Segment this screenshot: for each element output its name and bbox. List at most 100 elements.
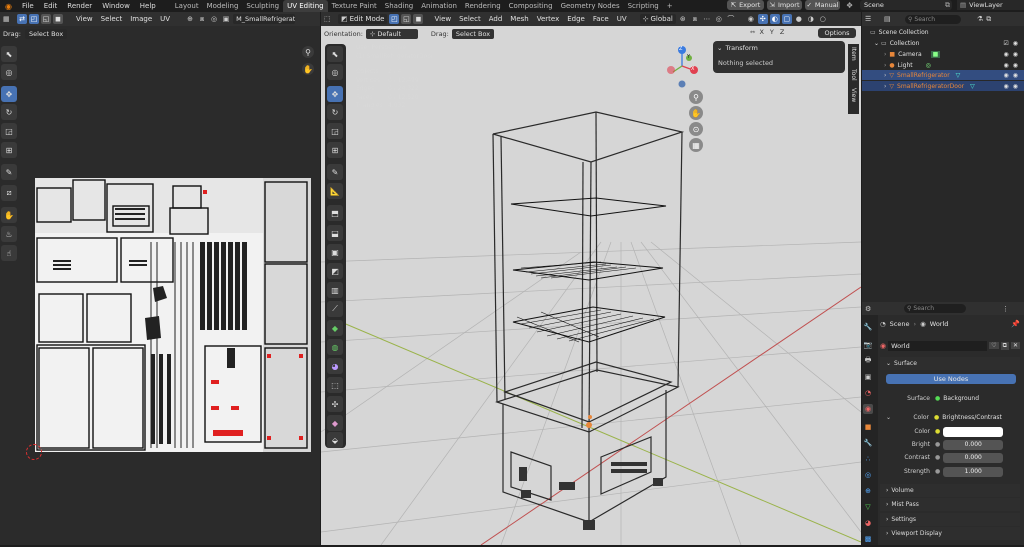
editor-type-icon[interactable]: ▦ [3, 15, 15, 23]
snap-target-icon[interactable]: ⋯ [702, 14, 712, 24]
fake-user-icon[interactable]: ♡ [989, 342, 999, 349]
contrast-field[interactable]: 0.000 [943, 452, 1004, 463]
outliner-editor-icon[interactable]: ☰ [865, 15, 881, 23]
tab-scripting[interactable]: Scripting [624, 0, 663, 12]
tab-geometry-nodes[interactable]: Geometry Nodes [557, 0, 624, 12]
edge-select-icon[interactable]: ◱ [41, 14, 51, 24]
menu-file[interactable]: File [17, 2, 39, 10]
unlink-world-icon[interactable]: ✕ [1010, 342, 1020, 349]
scene-pin-icon[interactable]: ❖ [846, 1, 856, 11]
vp-menu-vertex[interactable]: Vertex [534, 15, 563, 23]
snap-icon[interactable]: ⧈ [690, 14, 700, 24]
vp-select-tool[interactable]: ⬉ [327, 46, 343, 62]
vp-smooth-tool[interactable]: ◕ [327, 358, 343, 374]
uv-cursor-tool[interactable]: ◎ [1, 64, 17, 80]
vp-rotate-tool[interactable]: ↻ [327, 104, 343, 120]
tab-animation[interactable]: Animation [417, 0, 461, 12]
vp-scale-tool[interactable]: ◲ [327, 123, 343, 139]
properties-options-icon[interactable]: ⋮ [1002, 305, 1009, 313]
vp-menu-select[interactable]: Select [456, 15, 484, 23]
vp-menu-mesh[interactable]: Mesh [507, 15, 531, 23]
surface-panel-header[interactable]: ⌄ Surface [880, 357, 1020, 370]
shading-material-icon[interactable]: ◑ [806, 14, 816, 24]
image-name-field[interactable]: M_SmallRefrigerator [233, 14, 296, 24]
transform-orientation-selector[interactable]: ⊹ Global [639, 14, 676, 24]
camera-view-icon[interactable]: ⊙ [689, 122, 703, 136]
sidebar-tab-item[interactable]: Item [850, 47, 857, 61]
uv-zoom-icon[interactable]: ⚲ [302, 46, 314, 58]
vp-loop-cut-tool[interactable]: ▥ [327, 282, 343, 298]
color-swatch[interactable] [943, 426, 1004, 437]
vp-rip-tool[interactable]: ⬙ [327, 432, 343, 448]
scene-tab-icon[interactable]: ◔ [863, 388, 873, 398]
axis-y-toggle[interactable]: Y [768, 28, 776, 36]
proportional-edit-icon[interactable]: ◎ [714, 14, 724, 24]
tab-rendering[interactable]: Rendering [461, 0, 505, 12]
tab-shading[interactable]: Shading [381, 0, 417, 12]
view-layer-tab-icon[interactable]: ▣ [863, 372, 873, 382]
vp-zoom-icon[interactable]: ⚲ [689, 90, 703, 104]
vp-inset-tool[interactable]: ▣ [327, 244, 343, 260]
overlay-toggle-icon[interactable]: ◐ [769, 14, 780, 24]
light-render-icon[interactable]: ◉ [1013, 62, 1018, 69]
mode-selector[interactable]: ◩ Edit Mode [338, 14, 388, 24]
vertex-select-icon[interactable]: ◰ [29, 14, 39, 24]
sidebar-tab-view[interactable]: View [850, 88, 857, 102]
shading-solid-icon[interactable]: ● [794, 14, 804, 24]
uv-annotate-tool[interactable]: ✎ [1, 164, 17, 180]
surface-shader-selector[interactable]: Background [943, 395, 979, 402]
constraints-tab-icon[interactable]: ⊕ [863, 486, 873, 496]
vp-move-tool[interactable]: ✥ [327, 86, 343, 102]
object-tab-icon[interactable]: ■ [863, 422, 873, 432]
data-tab-icon[interactable]: ▽ [863, 502, 873, 512]
vp-transform-tool[interactable]: ⊞ [327, 142, 343, 158]
vp-spin-tool[interactable]: ◍ [327, 339, 343, 355]
mirror-toggle-icon[interactable]: ⇿ [750, 28, 755, 36]
texture-tab-icon[interactable]: ▩ [863, 534, 873, 544]
particles-tab-icon[interactable]: ∴ [863, 454, 873, 464]
uv-relax-tool[interactable]: ♨ [1, 226, 17, 242]
pivot-icon[interactable]: ⊕ [185, 14, 195, 24]
tab-compositing[interactable]: Compositing [505, 0, 557, 12]
vp-measure-tool[interactable]: 📐 [327, 183, 343, 199]
import-button[interactable]: ⇲ Import [767, 0, 802, 10]
strength-field[interactable]: 1.000 [943, 466, 1004, 477]
menu-edit[interactable]: Edit [39, 2, 63, 10]
visibility-icon[interactable]: ◉ [746, 14, 756, 24]
light-eye-icon[interactable]: ◉ [1004, 62, 1009, 69]
vp-face-select-icon[interactable]: ◼ [413, 14, 424, 24]
uv-move-tool[interactable]: ✥ [1, 86, 17, 102]
uv-scale-tool[interactable]: ◲ [1, 123, 17, 139]
proportional-icon[interactable]: ◎ [209, 14, 219, 24]
display-mode-icon[interactable]: ▤ [884, 15, 902, 23]
material-tab-icon[interactable]: ◕ [863, 518, 873, 528]
uv-sync-icon[interactable]: ⇄ [17, 14, 27, 24]
vp-shear-tool[interactable]: ◆ [327, 415, 343, 431]
orientation-selector[interactable]: ⊹ Default [365, 28, 418, 39]
export-button[interactable]: ⇱ Export [727, 0, 764, 10]
pivot-point-icon[interactable]: ⊛ [678, 14, 688, 24]
pin-icon[interactable]: 📌 [1011, 320, 1020, 328]
vp-poly-build-tool[interactable]: ◆ [327, 320, 343, 336]
menu-help[interactable]: Help [135, 2, 161, 10]
add-workspace-button[interactable]: + [663, 0, 677, 12]
menu-window[interactable]: Window [97, 2, 135, 10]
uv-menu-image[interactable]: Image [127, 15, 155, 23]
manual-button[interactable]: ✓ Manual [805, 0, 840, 10]
world-name-field[interactable]: World [888, 340, 988, 351]
tab-layout[interactable]: Layout [171, 0, 203, 12]
volume-panel-header[interactable]: › Volume [880, 484, 1020, 497]
scene-add-icon[interactable]: ⧉ [945, 1, 950, 10]
uv-rotate-tool[interactable]: ↻ [1, 104, 17, 120]
world-browse-icon[interactable]: ◉ [880, 342, 886, 350]
uv-transform-tool[interactable]: ⊞ [1, 142, 17, 158]
menu-render[interactable]: Render [62, 2, 97, 10]
duplicate-world-icon[interactable]: ⧉ [1000, 341, 1009, 350]
vp-edge-select-icon[interactable]: ◱ [401, 14, 412, 24]
vp-annotate-tool[interactable]: ✎ [327, 164, 343, 180]
vp-menu-face[interactable]: Face [590, 15, 612, 23]
uv-menu-view[interactable]: View [73, 15, 96, 23]
fridge-eye-icon[interactable]: ◉ [1004, 72, 1009, 79]
axis-x-toggle[interactable]: X [757, 28, 765, 36]
falloff-icon[interactable]: ⌒ [726, 14, 736, 24]
